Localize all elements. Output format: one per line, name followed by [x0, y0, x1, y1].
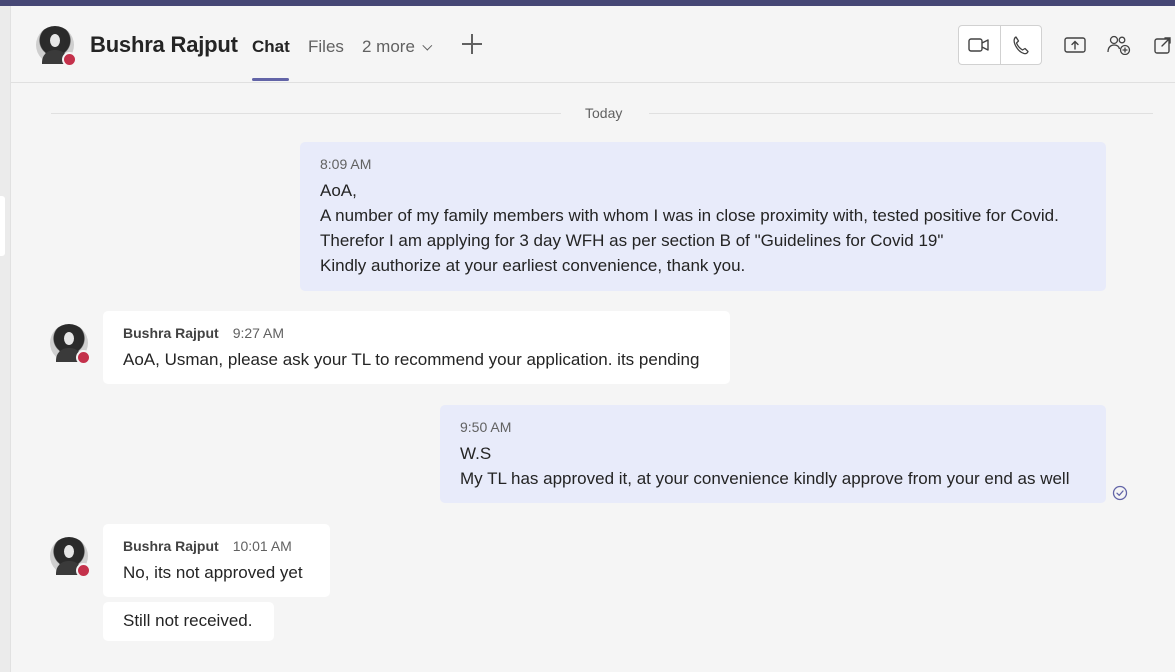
pop-out-chat-button[interactable] [1143, 26, 1175, 64]
message-line: AoA, Usman, please ask your TL to recomm… [123, 350, 700, 369]
message-line: Therefor I am applying for 3 day WFH as … [320, 231, 944, 250]
incoming-message[interactable]: Bushra Rajput 9:27 AM AoA, Usman, please … [103, 311, 730, 384]
add-people-button[interactable] [1099, 26, 1139, 64]
message-time: 9:27 AM [232, 325, 285, 341]
day-separator: Today [51, 103, 1153, 123]
message-time: 10:01 AM [232, 538, 292, 554]
message-line: No, its not approved yet [123, 563, 303, 582]
message-line: AoA, [320, 181, 357, 200]
phone-call-icon [1013, 36, 1029, 55]
presence-status-icon [62, 52, 77, 67]
separator-line [51, 113, 561, 114]
message-time: 8:09 AM [320, 156, 372, 172]
chat-header: Bushra Rajput Chat Files 2 more [11, 6, 1175, 83]
presence-status-icon [76, 350, 91, 365]
message-header: Bushra Rajput 9:27 AM [123, 325, 710, 341]
sender-name: Bushra Rajput [123, 538, 219, 554]
message-line: My TL has approved it, at your convenien… [460, 469, 1070, 488]
sender-avatar[interactable] [50, 324, 91, 365]
message-time: 9:50 AM [460, 419, 512, 435]
contact-avatar[interactable] [36, 26, 77, 67]
contact-name[interactable]: Bushra Rajput [90, 32, 238, 58]
call-button-group [958, 25, 1042, 65]
tab-files[interactable]: Files [308, 37, 344, 57]
outgoing-message[interactable]: 9:50 AM W.S My TL has approved it, at yo… [440, 405, 1106, 503]
tab-more[interactable]: 2 more [362, 37, 433, 57]
message-line: Still not received. [123, 611, 253, 630]
outgoing-message[interactable]: 8:09 AM AoA, A number of my family membe… [300, 142, 1106, 291]
rail-handle[interactable] [0, 196, 5, 256]
plus-icon[interactable] [461, 33, 483, 55]
incoming-message[interactable]: Still not received. [103, 602, 274, 641]
chevron-down-icon [422, 40, 433, 51]
message-header: Bushra Rajput 10:01 AM [123, 538, 310, 554]
share-screen-button[interactable] [1055, 26, 1095, 64]
left-rail [0, 6, 11, 672]
active-tab-indicator [252, 78, 289, 81]
day-separator-label: Today [585, 105, 623, 121]
chat-thread: Today 8:09 AM AoA, A number of my family… [11, 83, 1175, 672]
sender-avatar[interactable] [50, 537, 91, 578]
presence-status-icon [76, 563, 91, 578]
tab-more-label: 2 more [362, 37, 415, 56]
message-line: A number of my family members with whom … [320, 206, 1059, 225]
message-line: W.S [460, 444, 492, 463]
add-people-icon [1107, 35, 1131, 55]
message-line: Kindly authorize at your earliest conven… [320, 256, 746, 275]
video-call-button[interactable] [959, 26, 999, 64]
phone-call-button[interactable] [1001, 26, 1041, 64]
incoming-message[interactable]: Bushra Rajput 10:01 AM No, its not approv… [103, 524, 330, 597]
share-screen-icon [1064, 37, 1086, 53]
tab-chat[interactable]: Chat [252, 37, 290, 57]
video-call-icon [968, 38, 989, 52]
separator-line [649, 113, 1153, 114]
sender-name: Bushra Rajput [123, 325, 219, 341]
read-receipt-icon [1112, 485, 1128, 501]
pop-out-icon [1154, 37, 1171, 54]
